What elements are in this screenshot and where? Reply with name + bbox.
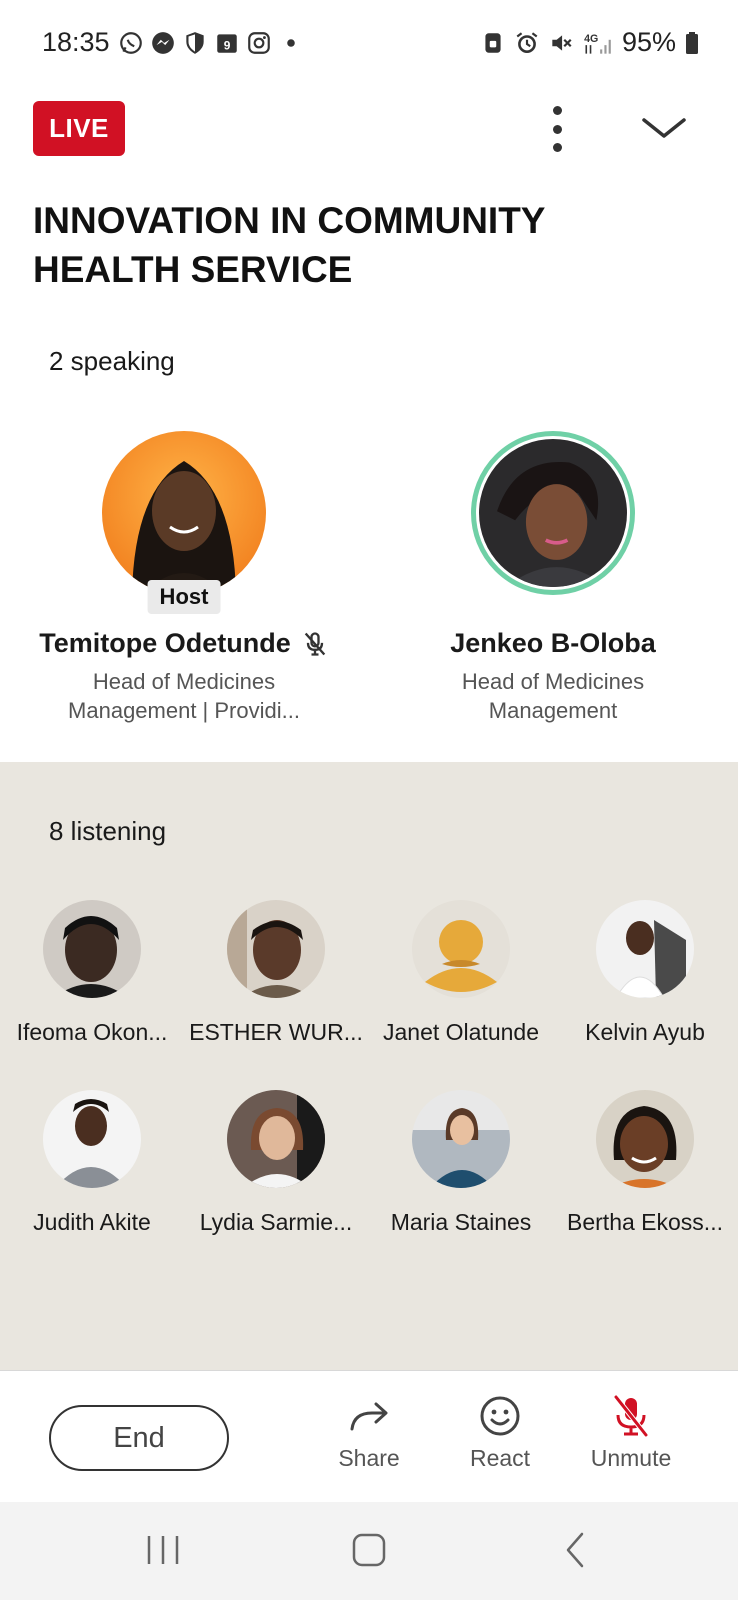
avatar	[596, 1090, 694, 1188]
listener-name: Ifeoma Okon...	[16, 1019, 168, 1045]
avatar	[471, 431, 635, 595]
mute-icon	[552, 34, 572, 51]
shield-icon	[186, 32, 204, 54]
avatar	[227, 900, 325, 998]
smiley-icon	[480, 1396, 520, 1436]
status-system-icons: 4G 95%	[480, 27, 700, 58]
speaker-headline: Head of Medicines Management | Providi..…	[68, 669, 300, 723]
messenger-icon	[152, 32, 174, 54]
speaker-name-text: Temitope Odetunde	[39, 628, 291, 658]
system-nav-bar	[0, 1502, 738, 1600]
listener-item[interactable]: Lydia Sarmie...	[185, 1090, 367, 1236]
listener-name: ESTHER WUR...	[189, 1019, 363, 1045]
more-dot	[552, 106, 562, 115]
battery-percentage: 95%	[621, 27, 676, 57]
instagram-icon	[248, 32, 270, 54]
avatar	[102, 431, 266, 595]
action-bar: End Share React Unmute	[0, 1370, 738, 1502]
listener-name: Judith Akite	[33, 1209, 151, 1235]
default-avatar-icon	[412, 900, 510, 998]
status-time: 18:35	[42, 27, 110, 57]
avatar	[43, 900, 141, 998]
speaker-name: Temitope Odetunde	[14, 628, 354, 659]
calendar-day: 9	[224, 39, 231, 53]
signal-4g-icon: 4G	[584, 32, 611, 54]
speaker-name: Jenkeo B-Oloba	[383, 628, 723, 659]
avatar	[43, 1090, 141, 1188]
share-icon	[350, 1402, 388, 1431]
unmute-button[interactable]: Unmute	[576, 1393, 686, 1472]
avatar	[596, 900, 694, 999]
speaker-card[interactable]: Jenkeo B-Oloba Head of Medicines Managem…	[383, 428, 723, 725]
share-label: Share	[338, 1445, 400, 1471]
speaker-headline: Head of Medicines Management	[461, 669, 645, 723]
event-title: INNOVATION IN COMMUNITY HEALTH SERVICE	[33, 200, 545, 290]
share-button[interactable]: Share	[314, 1393, 424, 1472]
listener-item[interactable]: Janet Olatunde	[370, 900, 552, 1046]
more-options-button[interactable]	[538, 104, 576, 154]
alarm-icon	[516, 31, 538, 53]
listener-item[interactable]: Ifeoma Okon...	[1, 900, 183, 1046]
react-button[interactable]: React	[445, 1393, 555, 1472]
end-button[interactable]: End	[49, 1405, 229, 1471]
whatsapp-icon	[120, 32, 142, 54]
listener-item[interactable]: Maria Staines	[370, 1090, 552, 1236]
listeners-section: 8 listening Ifeoma Okon... ESTHER WUR...…	[0, 762, 738, 1370]
more-dot	[552, 143, 562, 152]
listener-item[interactable]: Bertha Ekoss...	[554, 1090, 736, 1236]
home-icon[interactable]	[349, 1530, 389, 1570]
speaker-card[interactable]: Host Temitope Odetunde Head of Medicines…	[14, 428, 354, 725]
recent-apps-icon[interactable]	[145, 1530, 181, 1570]
more-dot	[552, 124, 562, 134]
listening-count: 8 listening	[49, 816, 167, 846]
avatar	[412, 1090, 510, 1188]
svg-text:4G: 4G	[584, 32, 598, 44]
mic-muted-icon	[614, 1395, 648, 1437]
lock-icon	[485, 32, 501, 53]
back-icon[interactable]	[560, 1530, 590, 1570]
calendar-icon: 9	[217, 34, 237, 53]
status-bar: 18:35 9 4G 95%	[0, 0, 738, 88]
speaker-name-text: Jenkeo B-Oloba	[450, 628, 656, 658]
react-label: React	[469, 1445, 531, 1471]
listener-item[interactable]: Judith Akite	[1, 1090, 183, 1236]
mic-muted-icon	[304, 631, 325, 656]
listener-item[interactable]: ESTHER WUR...	[185, 900, 367, 1046]
battery-icon	[686, 31, 698, 54]
unmute-label: Unmute	[590, 1445, 672, 1471]
chevron-down-icon[interactable]	[640, 112, 688, 144]
speaking-count: 2 speaking	[49, 346, 175, 376]
avatar	[227, 1090, 325, 1188]
listener-name: Maria Staines	[390, 1209, 532, 1235]
listener-item[interactable]: Kelvin Ayub	[554, 900, 736, 1046]
listener-name: Kelvin Ayub	[585, 1019, 705, 1045]
live-badge: LIVE	[33, 101, 125, 156]
listener-name: Bertha Ekoss...	[567, 1209, 723, 1235]
listener-name: Lydia Sarmie...	[199, 1209, 353, 1235]
listener-name: Janet Olatunde	[382, 1019, 539, 1045]
host-tag: Host	[147, 580, 221, 614]
dot-icon	[287, 39, 295, 47]
status-notification-icons: 9	[118, 30, 304, 56]
